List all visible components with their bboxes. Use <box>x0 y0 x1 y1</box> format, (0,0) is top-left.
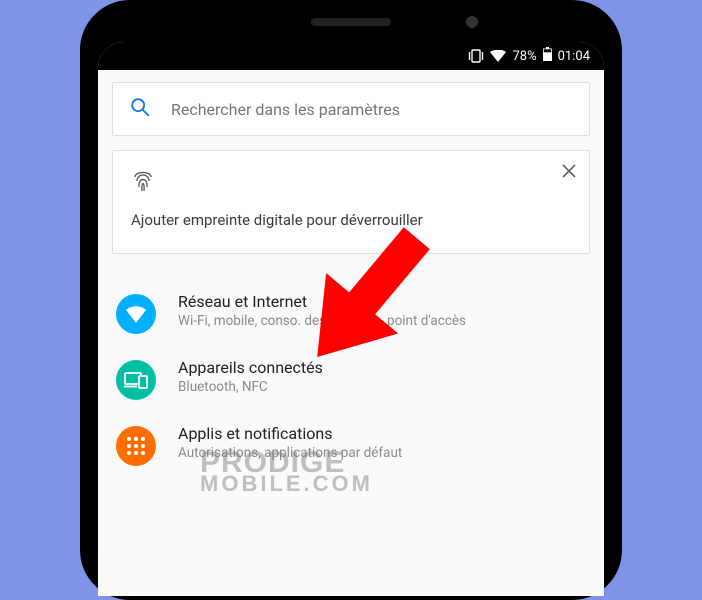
battery-icon <box>543 47 552 65</box>
search-placeholder: Rechercher dans les paramètres <box>171 100 400 119</box>
item-subtitle: Wi-Fi, mobile, conso. des données, point… <box>178 313 466 329</box>
fingerprint-card[interactable]: Ajouter empreinte digitale pour déverrou… <box>112 150 590 254</box>
status-bar: 78% 01:04 <box>98 42 604 70</box>
network-icon <box>116 294 156 334</box>
devices-icon <box>116 360 156 400</box>
phone-camera <box>466 16 478 28</box>
clock: 01:04 <box>558 49 590 64</box>
search-bar[interactable]: Rechercher dans les paramètres <box>112 82 590 136</box>
search-icon <box>129 96 151 122</box>
fingerprint-text: Ajouter empreinte digitale pour déverrou… <box>131 211 571 229</box>
item-title: Applis et notifications <box>178 424 402 443</box>
item-title: Réseau et Internet <box>178 292 466 311</box>
settings-item-network[interactable]: Réseau et Internet Wi-Fi, mobile, conso.… <box>112 280 590 346</box>
fingerprint-icon <box>131 167 571 197</box>
phone-frame: 78% 01:04 Rechercher dans les paramètres <box>80 0 622 600</box>
settings-list: Réseau et Internet Wi-Fi, mobile, conso.… <box>112 280 590 478</box>
vibrate-icon <box>468 49 484 63</box>
wifi-icon <box>490 50 506 62</box>
battery-percent: 78% <box>512 49 536 64</box>
item-subtitle: Autorisations, applications par défaut <box>178 445 402 461</box>
close-icon[interactable] <box>561 163 577 183</box>
settings-content: Rechercher dans les paramètres Ajouter e… <box>98 70 604 478</box>
item-subtitle: Bluetooth, NFC <box>178 379 323 395</box>
phone-speaker <box>311 18 391 26</box>
item-title: Appareils connectés <box>178 358 323 377</box>
apps-icon <box>116 426 156 466</box>
screen: 78% 01:04 Rechercher dans les paramètres <box>98 42 604 596</box>
settings-item-devices[interactable]: Appareils connectés Bluetooth, NFC <box>112 346 590 412</box>
settings-item-apps[interactable]: Applis et notifications Autorisations, a… <box>112 412 590 478</box>
